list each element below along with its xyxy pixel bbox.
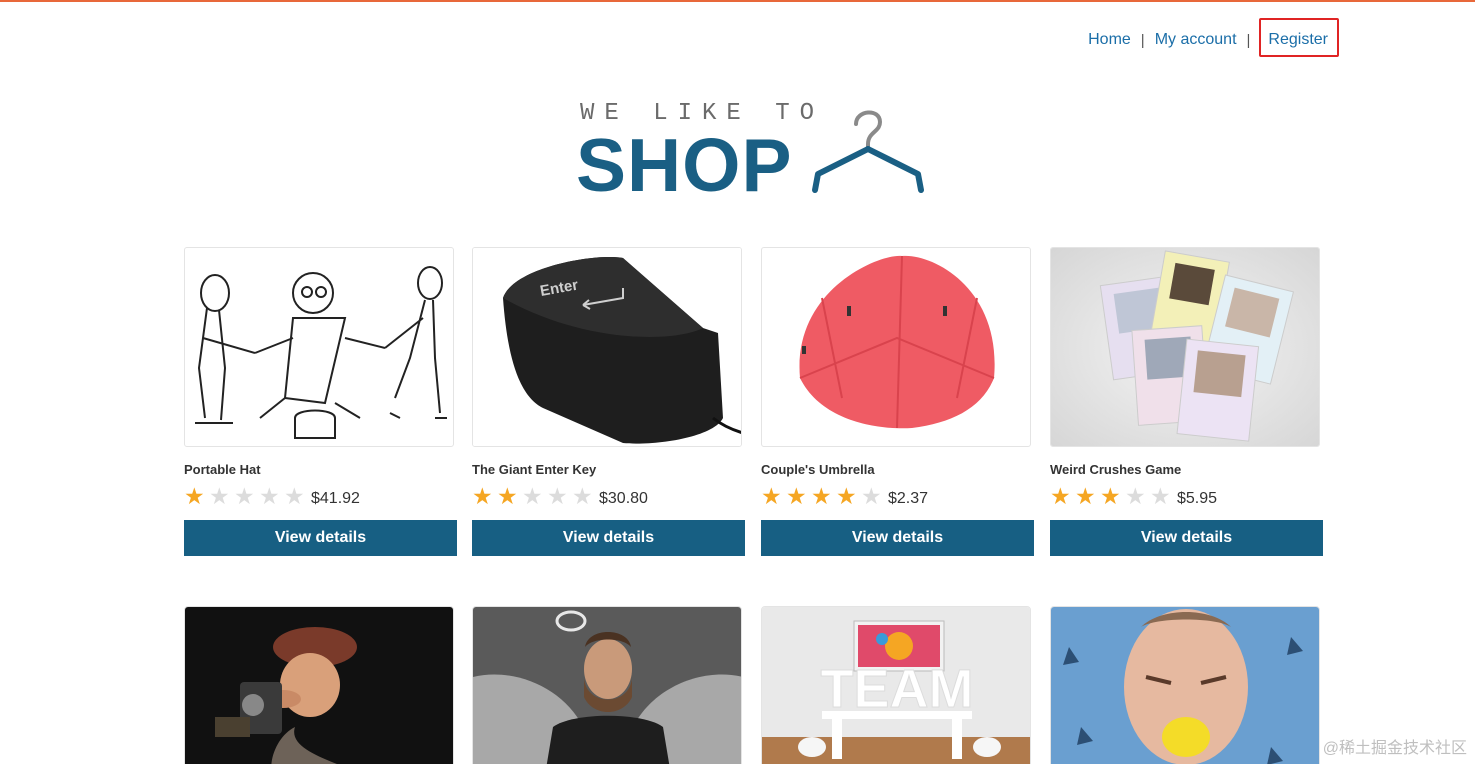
logo-word: SHOP (576, 123, 793, 207)
star-icon: ★ (497, 483, 518, 509)
nav-home-link[interactable]: Home (1088, 31, 1131, 49)
product-name: Portable Hat (184, 462, 261, 477)
star-icon: ★ (861, 483, 882, 509)
team-room-image: TEAM (762, 607, 1030, 764)
cards-faces-image (1051, 248, 1319, 446)
product-card: Weird Crushes Game ★ ★ ★ ★ ★ $5.95 View … (1050, 247, 1323, 556)
star-icon: ★ (1050, 483, 1071, 509)
giant-enter-key-image: Enter (473, 248, 741, 446)
register-highlight-box (1259, 18, 1340, 57)
view-details-button[interactable]: View details (761, 520, 1034, 556)
rating-row: ★ ★ ★ ★ ★ $30.80 (472, 484, 745, 508)
shop-logo[interactable]: WE LIKE TO SHOP (576, 100, 938, 207)
star-rating: ★ ★ ★ ★ ★ (184, 484, 309, 508)
lemon-face-image (1051, 607, 1319, 764)
star-icon: ★ (522, 483, 543, 509)
star-icon: ★ (836, 483, 857, 509)
photographer-figurine-image (185, 607, 453, 764)
product-name: Couple's Umbrella (761, 462, 875, 477)
view-details-button[interactable]: View details (472, 520, 745, 556)
hanger-icon (812, 110, 924, 193)
star-icon: ★ (811, 483, 832, 509)
nav-my-account-link[interactable]: My account (1155, 31, 1237, 49)
nav-separator: | (1246, 31, 1251, 49)
product-price: $2.37 (888, 489, 929, 507)
star-icon: ★ (234, 483, 255, 509)
product-image[interactable]: TEAM (761, 606, 1031, 764)
product-card (1050, 606, 1323, 764)
star-icon: ★ (572, 483, 593, 509)
star-rating: ★ ★ ★ ★ ★ (761, 484, 886, 508)
register-wrapper: Register (1259, 18, 1340, 57)
star-icon: ★ (786, 483, 807, 509)
product-image[interactable]: Enter (472, 247, 742, 447)
watermark: @稀土掘金技术社区 (1322, 740, 1467, 757)
rating-row: ★ ★ ★ ★ ★ $2.37 (761, 484, 1034, 508)
star-icon: ★ (1075, 483, 1096, 509)
product-card: TEAM (761, 606, 1034, 764)
product-price: $30.80 (599, 489, 648, 507)
product-card: Portable Hat ★ ★ ★ ★ ★ $41.92 View detai… (184, 247, 457, 556)
product-card: Couple's Umbrella ★ ★ ★ ★ ★ $2.37 View d… (761, 247, 1034, 556)
nav-separator: | (1140, 31, 1145, 49)
product-card (184, 606, 457, 764)
product-name: Weird Crushes Game (1050, 462, 1182, 477)
star-icon: ★ (184, 483, 205, 509)
product-image[interactable] (184, 606, 454, 764)
star-rating: ★ ★ ★ ★ ★ (1050, 484, 1175, 508)
red-double-umbrella-image (799, 255, 995, 429)
product-image[interactable] (184, 247, 454, 447)
product-image[interactable] (472, 606, 742, 764)
view-details-button[interactable]: View details (184, 520, 457, 556)
star-icon: ★ (259, 483, 280, 509)
product-price: $41.92 (311, 489, 360, 507)
product-name: The Giant Enter Key (472, 462, 597, 477)
product-price: $5.95 (1177, 489, 1218, 507)
drawing-people-tug-image (195, 266, 447, 439)
product-card (472, 606, 745, 764)
star-icon: ★ (472, 483, 493, 509)
top-accent-line (0, 0, 1475, 2)
rating-row: ★ ★ ★ ★ ★ $41.92 (184, 484, 457, 508)
product-card: Enter The Giant Enter Key ★ ★ ★ ★ ★ $30.… (472, 247, 745, 556)
top-nav: Home | My account | Register (1088, 18, 1340, 57)
star-icon: ★ (547, 483, 568, 509)
team-text: TEAM (821, 659, 974, 719)
rating-row: ★ ★ ★ ★ ★ $5.95 (1050, 484, 1323, 508)
star-icon: ★ (284, 483, 305, 509)
product-image[interactable] (1050, 247, 1320, 447)
star-icon: ★ (1100, 483, 1121, 509)
star-icon: ★ (1150, 483, 1171, 509)
star-icon: ★ (209, 483, 230, 509)
star-icon: ★ (761, 483, 782, 509)
product-image[interactable] (761, 247, 1031, 447)
view-details-button[interactable]: View details (1050, 520, 1323, 556)
angel-man-image (473, 607, 741, 764)
star-icon: ★ (1125, 483, 1146, 509)
product-image[interactable] (1050, 606, 1320, 764)
star-rating: ★ ★ ★ ★ ★ (472, 484, 597, 508)
